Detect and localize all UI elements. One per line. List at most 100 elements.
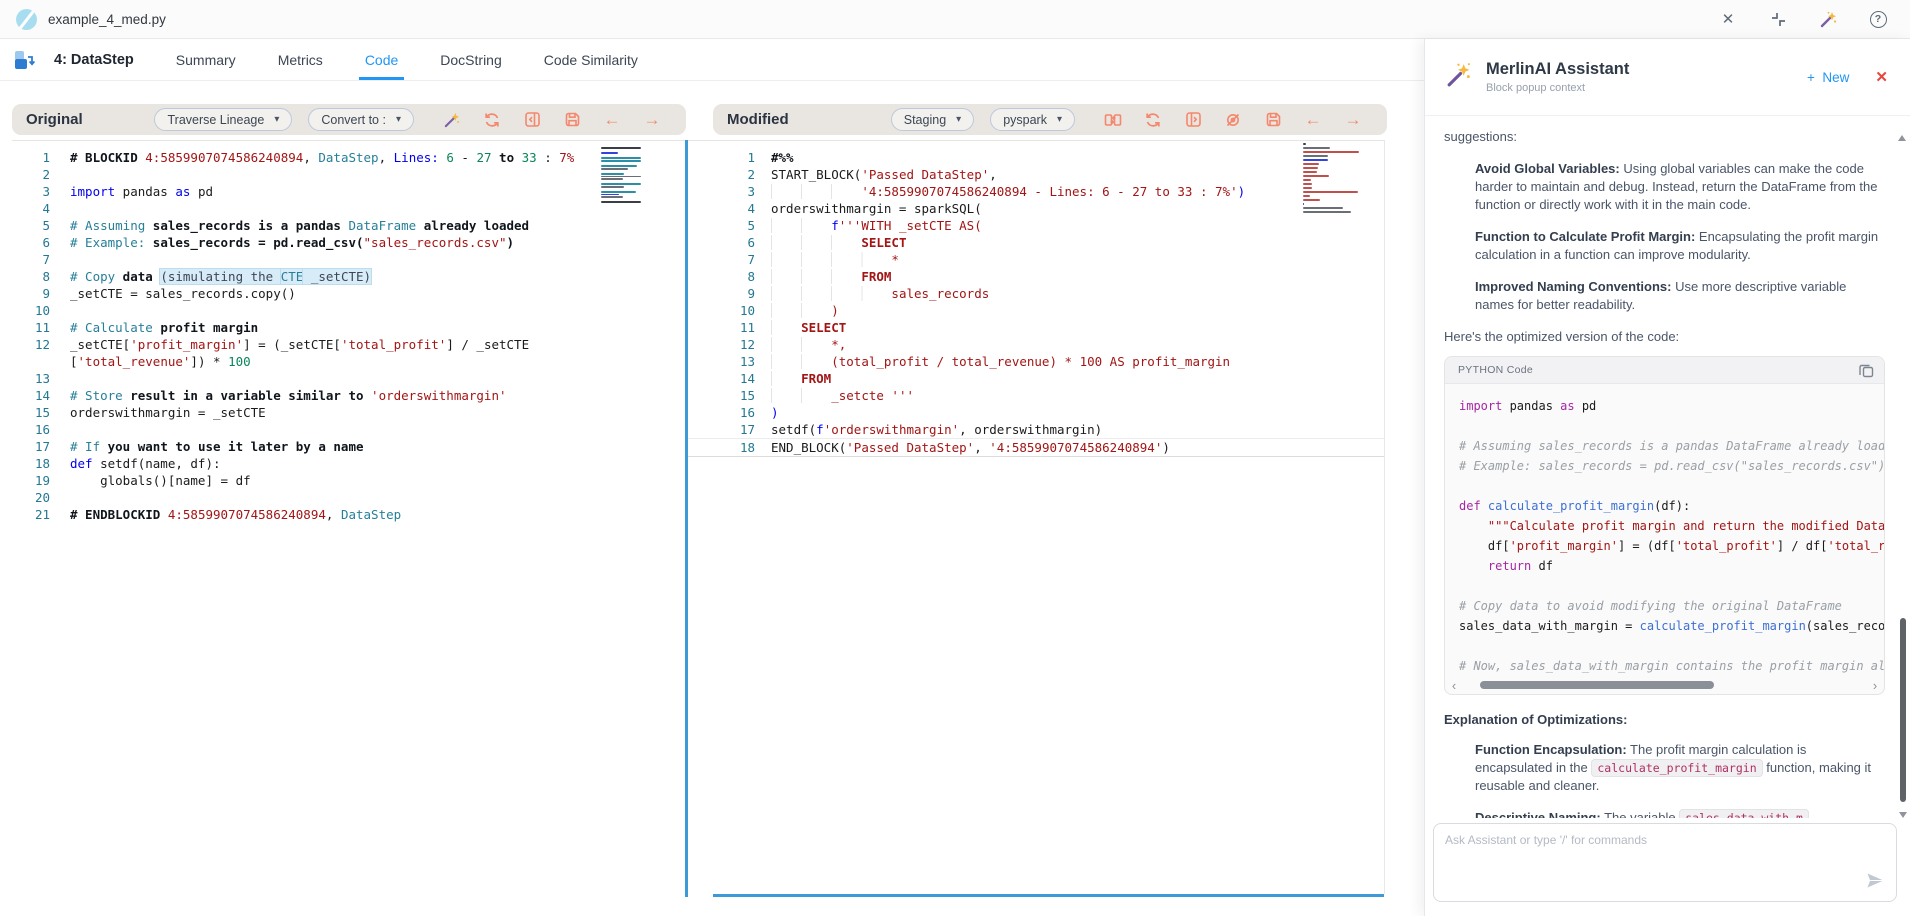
expand-right-panel-icon[interactable]	[1173, 108, 1213, 132]
scroll-right-chevron[interactable]: ›	[1869, 679, 1881, 692]
code-line[interactable]	[1459, 576, 1884, 596]
assistant-close-button[interactable]: ✕	[1875, 68, 1888, 86]
dropdown-pyspark[interactable]: pyspark▾	[990, 108, 1075, 131]
code-line[interactable]: 14 FROM	[688, 370, 1384, 387]
code-line[interactable]: 20	[12, 489, 685, 506]
code-line[interactable]: """Calculate profit margin and return th…	[1459, 516, 1884, 536]
code-line[interactable]: 17setdf(f'orderswithmargin', orderswithm…	[688, 421, 1384, 438]
code-line[interactable]: 15 _setcte '''	[688, 387, 1384, 404]
collapse-panels-icon[interactable]	[1768, 9, 1788, 29]
code-line[interactable]: 18END_BLOCK('Passed DataStep', '4:585990…	[688, 438, 1384, 457]
code-line[interactable]: 8# Copy data (simulating the CTE _setCTE…	[12, 268, 685, 285]
code-line[interactable]: 11 SELECT	[688, 319, 1384, 336]
tab-code[interactable]: Code	[365, 39, 398, 80]
code-line[interactable]: 2	[12, 166, 685, 183]
scroll-up-arrow[interactable]	[1898, 118, 1906, 141]
code-line[interactable]: # Example: sales_records = pd.read_csv("…	[1459, 456, 1884, 476]
save-icon[interactable]	[1253, 108, 1293, 132]
code-line[interactable]: 7 *	[688, 251, 1384, 268]
code-line[interactable]: 16	[12, 421, 685, 438]
minimap-line	[601, 194, 619, 196]
code-line[interactable]: 3 '4:5859907074586240894 - Lines: 6 - 27…	[688, 183, 1384, 200]
code-line[interactable]: import pandas as pd	[1459, 396, 1884, 416]
magic-wand-icon[interactable]	[1818, 9, 1838, 29]
code-line[interactable]	[1459, 636, 1884, 656]
dropdown-traverse-lineage[interactable]: Traverse Lineage▾	[154, 108, 292, 131]
code-line[interactable]: 11# Calculate profit margin	[12, 319, 685, 336]
refresh-icon[interactable]	[1133, 108, 1173, 132]
hide-view-icon[interactable]	[1213, 108, 1253, 132]
code-card-hscrollbar: ‹ ›	[1445, 676, 1884, 694]
hscroll-thumb[interactable]	[1480, 681, 1713, 689]
code-line[interactable]: 9_setCTE = sales_records.copy()	[12, 285, 685, 302]
tab-metrics[interactable]: Metrics	[278, 39, 323, 80]
tab-code-similarity[interactable]: Code Similarity	[544, 39, 638, 80]
ai-wand-icon[interactable]	[432, 108, 472, 132]
code-line[interactable]: 5 f'''WITH _setCTE AS(	[688, 217, 1384, 234]
dropdown-convert-to[interactable]: Convert to :▾	[308, 108, 414, 131]
code-line[interactable]: 12_setCTE['profit_margin'] = (_setCTE['t…	[12, 336, 685, 353]
close-icon[interactable]: ✕	[1718, 9, 1738, 29]
code-line[interactable]: # Copy data to avoid modifying the origi…	[1459, 596, 1884, 616]
save-icon[interactable]	[552, 108, 592, 132]
send-message-icon[interactable]	[1867, 873, 1884, 893]
collapse-left-panel-icon[interactable]	[512, 108, 552, 132]
code-line[interactable]: 5# Assuming sales_records is a pandas Da…	[12, 217, 685, 234]
undo-arrow-icon[interactable]: ←	[1293, 108, 1333, 132]
code-line[interactable]: 15orderswithmargin = _setCTE	[12, 404, 685, 421]
code-line[interactable]: 9 sales_records	[688, 285, 1384, 302]
scroll-left-chevron[interactable]: ‹	[1448, 679, 1460, 692]
tab-docstring[interactable]: DocString	[440, 39, 501, 80]
code-line[interactable]: 14# Store result in a variable similar t…	[12, 387, 685, 404]
code-line[interactable]	[1459, 476, 1884, 496]
code-line[interactable]: def calculate_profit_margin(df):	[1459, 496, 1884, 516]
code-line[interactable]: 3import pandas as pd	[12, 183, 685, 200]
code-line[interactable]: 7	[12, 251, 685, 268]
code-line[interactable]: sales_data_with_margin = calculate_profi…	[1459, 616, 1884, 636]
code-line[interactable]: 6# Example: sales_records = pd.read_csv(…	[12, 234, 685, 251]
code-line[interactable]: 16)	[688, 404, 1384, 421]
code-line[interactable]: 12 *,	[688, 336, 1384, 353]
assistant-chat-input[interactable]	[1434, 824, 1896, 876]
code-line[interactable]: 4orderswithmargin = sparkSQL(	[688, 200, 1384, 217]
tab-summary[interactable]: Summary	[176, 39, 236, 80]
redo-arrow-icon[interactable]: →	[632, 108, 672, 132]
code-line[interactable]: 17# If you want to use it later by a nam…	[12, 438, 685, 455]
original-code-editor[interactable]: 1# BLOCKID 4:5859907074586240894, DataSt…	[12, 140, 685, 897]
code-line[interactable]: 6 SELECT	[688, 234, 1384, 251]
code-line[interactable]	[1459, 416, 1884, 436]
code-line[interactable]: return df	[1459, 556, 1884, 576]
help-icon[interactable]: ?	[1868, 9, 1888, 29]
modified-minimap[interactable]	[1303, 143, 1364, 219]
code-line[interactable]: 1# BLOCKID 4:5859907074586240894, DataSt…	[12, 149, 685, 166]
code-line[interactable]: 10	[12, 302, 685, 319]
code-line[interactable]: # Assuming sales_records is a pandas Dat…	[1459, 436, 1884, 456]
code-line[interactable]: ['total_revenue']) * 100	[12, 353, 685, 370]
code-line[interactable]: 4	[12, 200, 685, 217]
original-minimap[interactable]	[601, 147, 643, 205]
assistant-conversation: suggestions: Avoid Global Variables: Usi…	[1425, 116, 1910, 818]
code-line[interactable]: 18def setdf(name, df):	[12, 455, 685, 472]
dropdown-staging[interactable]: Staging▾	[891, 108, 974, 131]
compare-icon[interactable]	[1093, 108, 1133, 132]
vscroll-thumb[interactable]	[1900, 618, 1906, 802]
line-number: 18	[688, 439, 755, 456]
modified-code-editor[interactable]: 1#%%2START_BLOCK('Passed DataStep',3 '4:…	[688, 140, 1385, 894]
code-line[interactable]: 13	[12, 370, 685, 387]
line-number: 3	[12, 183, 50, 200]
new-chat-button[interactable]: + New	[1807, 70, 1849, 85]
minimap-line	[601, 160, 641, 162]
code-line[interactable]: 21# ENDBLOCKID 4:5859907074586240894, Da…	[12, 506, 685, 523]
code-line[interactable]: 13 (total_profit / total_revenue) * 100 …	[688, 353, 1384, 370]
code-line[interactable]: # Now, sales_data_with_margin contains t…	[1459, 656, 1884, 676]
copy-code-icon[interactable]	[1859, 363, 1874, 378]
code-line[interactable]: 1#%%	[688, 149, 1384, 166]
code-line[interactable]: 10 )	[688, 302, 1384, 319]
undo-arrow-icon[interactable]: ←	[592, 108, 632, 132]
code-line[interactable]: 19 globals()[name] = df	[12, 472, 685, 489]
code-line[interactable]: 2START_BLOCK('Passed DataStep',	[688, 166, 1384, 183]
code-line[interactable]: df['profit_margin'] = (df['total_profit'…	[1459, 536, 1884, 556]
redo-arrow-icon[interactable]: →	[1333, 108, 1373, 132]
code-line[interactable]: 8 FROM	[688, 268, 1384, 285]
refresh-icon[interactable]	[472, 108, 512, 132]
